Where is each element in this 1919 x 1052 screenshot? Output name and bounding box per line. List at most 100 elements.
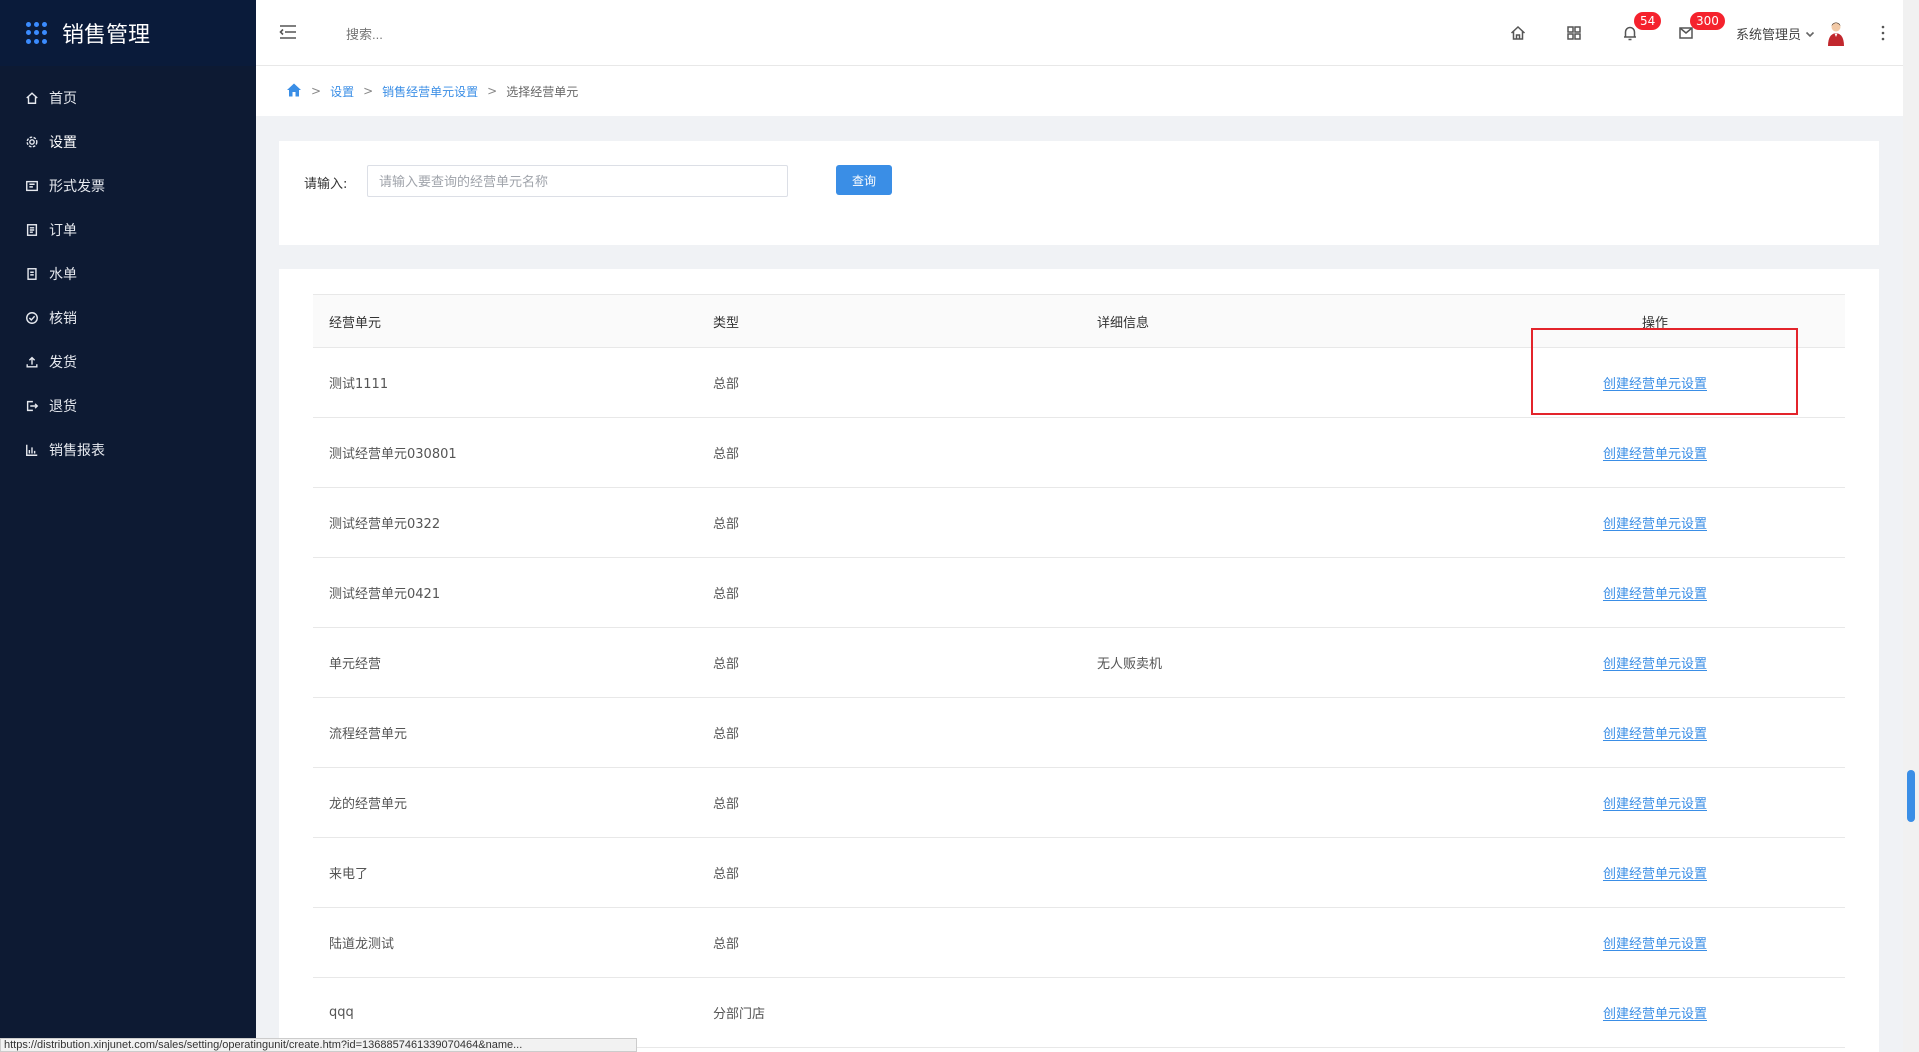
messages-badge: 300 bbox=[1689, 12, 1725, 30]
brand-title: 销售管理 bbox=[62, 23, 151, 48]
invoice-icon bbox=[24, 178, 40, 194]
table-row: 测试经营单元0322 总部 创建经营单元设置 bbox=[313, 488, 1845, 558]
menu-toggle-icon[interactable] bbox=[278, 22, 298, 42]
header-search-input[interactable] bbox=[346, 22, 646, 46]
breadcrumb-separator: > bbox=[363, 84, 374, 98]
cell-unit: 测试经营单元0322 bbox=[329, 517, 441, 532]
cell-unit: 测试经营单元0421 bbox=[329, 587, 441, 602]
sidebar-item-label: 水单 bbox=[49, 267, 77, 283]
check-circle-icon bbox=[24, 310, 40, 326]
cell-detail bbox=[1081, 488, 1465, 558]
cell-detail bbox=[1081, 768, 1465, 838]
unit-search-input[interactable] bbox=[367, 165, 788, 197]
create-unit-setting-link[interactable]: 创建经营单元设置 bbox=[1603, 867, 1707, 882]
search-panel: 请输入: 查询 bbox=[279, 141, 1879, 245]
messages-button[interactable]: 300 bbox=[1658, 0, 1725, 66]
apps-button[interactable] bbox=[1546, 0, 1602, 66]
table-row: 测试经营单元0421 总部 创建经营单元设置 bbox=[313, 558, 1845, 628]
create-unit-setting-link[interactable]: 创建经营单元设置 bbox=[1603, 1007, 1707, 1022]
sidebar-item-label: 发货 bbox=[49, 355, 77, 371]
cell-type: 分部门店 bbox=[713, 1007, 766, 1022]
sidebar-item-label: 首页 bbox=[49, 91, 77, 107]
user-menu[interactable]: 系统管理员 bbox=[1736, 20, 1847, 46]
cell-type: 总部 bbox=[713, 867, 740, 882]
create-unit-setting-link[interactable]: 创建经营单元设置 bbox=[1603, 587, 1707, 602]
cell-detail bbox=[1081, 978, 1465, 1048]
breadcrumb-link-sales-unit-settings[interactable]: 销售经营单元设置 bbox=[382, 83, 478, 100]
cell-unit: 流程经营单元 bbox=[329, 727, 408, 742]
page-scrollbar[interactable] bbox=[1903, 0, 1919, 1052]
apps-grid-icon bbox=[26, 22, 48, 44]
cell-type: 总部 bbox=[713, 937, 740, 952]
cell-detail bbox=[1081, 348, 1465, 418]
table-row: 陆道龙测试 总部 创建经营单元设置 bbox=[313, 908, 1845, 978]
table-row: 测试经营单元030801 总部 创建经营单元设置 bbox=[313, 418, 1845, 488]
cell-type: 总部 bbox=[713, 797, 740, 812]
return-icon bbox=[24, 398, 40, 414]
cell-unit: 测试经营单元030801 bbox=[329, 447, 457, 462]
sidebar-item-orders[interactable]: 订单 bbox=[0, 208, 256, 252]
brand[interactable]: 销售管理 bbox=[0, 0, 256, 66]
table-row: 来电了 总部 创建经营单元设置 bbox=[313, 838, 1845, 908]
cell-unit: qqq bbox=[329, 1005, 354, 1020]
highlight-annotation bbox=[1531, 328, 1798, 415]
create-unit-setting-link[interactable]: 创建经营单元设置 bbox=[1603, 517, 1707, 532]
more-vertical-icon[interactable] bbox=[1863, 0, 1903, 66]
sidebar: 销售管理 首页 设置 形式发票 订单 水单 核销 发货 退货 销售报表 bbox=[0, 0, 256, 1052]
cell-detail bbox=[1081, 698, 1465, 768]
sidebar-item-sales-report[interactable]: 销售报表 bbox=[0, 428, 256, 472]
scrollbar-thumb[interactable] bbox=[1907, 770, 1915, 822]
create-unit-setting-link[interactable]: 创建经营单元设置 bbox=[1603, 727, 1707, 742]
sidebar-item-label: 订单 bbox=[49, 223, 77, 239]
sidebar-item-shipping[interactable]: 发货 bbox=[0, 340, 256, 384]
sidebar-item-label: 形式发票 bbox=[49, 179, 105, 195]
column-header-unit: 经营单元 bbox=[329, 315, 382, 331]
order-icon bbox=[24, 222, 40, 238]
sidebar-item-write-off[interactable]: 核销 bbox=[0, 296, 256, 340]
cell-unit: 测试1111 bbox=[329, 377, 389, 392]
create-unit-setting-link[interactable]: 创建经营单元设置 bbox=[1603, 657, 1707, 672]
cell-type: 总部 bbox=[713, 587, 740, 602]
cell-detail bbox=[1081, 418, 1465, 488]
sidebar-item-returns[interactable]: 退货 bbox=[0, 384, 256, 428]
home-icon bbox=[1510, 25, 1525, 40]
breadcrumb-home-icon[interactable] bbox=[286, 82, 302, 101]
sidebar-item-settings[interactable]: 设置 bbox=[0, 120, 256, 164]
status-bar-url: https://distribution.xinjunet.com/sales/… bbox=[0, 1038, 637, 1052]
sidebar-item-label: 退货 bbox=[49, 399, 77, 415]
create-unit-setting-link[interactable]: 创建经营单元设置 bbox=[1603, 447, 1707, 462]
table-row: 单元经营 总部 无人贩卖机 创建经营单元设置 bbox=[313, 628, 1845, 698]
cell-unit: 来电了 bbox=[329, 867, 369, 882]
cell-detail bbox=[1081, 558, 1465, 628]
breadcrumb-separator: > bbox=[311, 84, 322, 98]
notifications-button[interactable]: 54 bbox=[1602, 0, 1662, 66]
cell-type: 总部 bbox=[713, 447, 740, 462]
chevron-down-icon bbox=[1805, 28, 1815, 38]
user-name: 系统管理员 bbox=[1735, 27, 1801, 43]
sidebar-item-receipts[interactable]: 水单 bbox=[0, 252, 256, 296]
avatar bbox=[1828, 22, 1844, 46]
grid-icon bbox=[1567, 26, 1581, 40]
cell-detail bbox=[1081, 838, 1465, 908]
upload-icon bbox=[24, 354, 40, 370]
sidebar-item-proforma-invoice[interactable]: 形式发票 bbox=[0, 164, 256, 208]
gear-icon bbox=[24, 134, 40, 150]
breadcrumb-link-settings[interactable]: 设置 bbox=[330, 83, 354, 100]
table-row: 龙的经营单元 总部 创建经营单元设置 bbox=[313, 768, 1845, 838]
cell-detail bbox=[1081, 908, 1465, 978]
receipt-icon bbox=[24, 266, 40, 282]
home-button[interactable] bbox=[1490, 0, 1546, 66]
query-button[interactable]: 查询 bbox=[836, 165, 892, 195]
create-unit-setting-link[interactable]: 创建经营单元设置 bbox=[1603, 797, 1707, 812]
home-icon bbox=[24, 90, 40, 106]
sidebar-item-home[interactable]: 首页 bbox=[0, 76, 256, 120]
cell-unit: 龙的经营单元 bbox=[329, 797, 408, 812]
table-row: 流程经营单元 总部 创建经营单元设置 bbox=[313, 698, 1845, 768]
cell-type: 总部 bbox=[713, 517, 740, 532]
sidebar-menu: 首页 设置 形式发票 订单 水单 核销 发货 退货 销售报表 bbox=[0, 66, 256, 472]
column-header-type: 类型 bbox=[713, 315, 740, 331]
create-unit-setting-link[interactable]: 创建经营单元设置 bbox=[1603, 937, 1707, 952]
cell-type: 总部 bbox=[713, 377, 740, 392]
header-actions: 54 300 系统管理员 bbox=[1490, 0, 1903, 66]
cell-unit: 单元经营 bbox=[329, 657, 382, 672]
